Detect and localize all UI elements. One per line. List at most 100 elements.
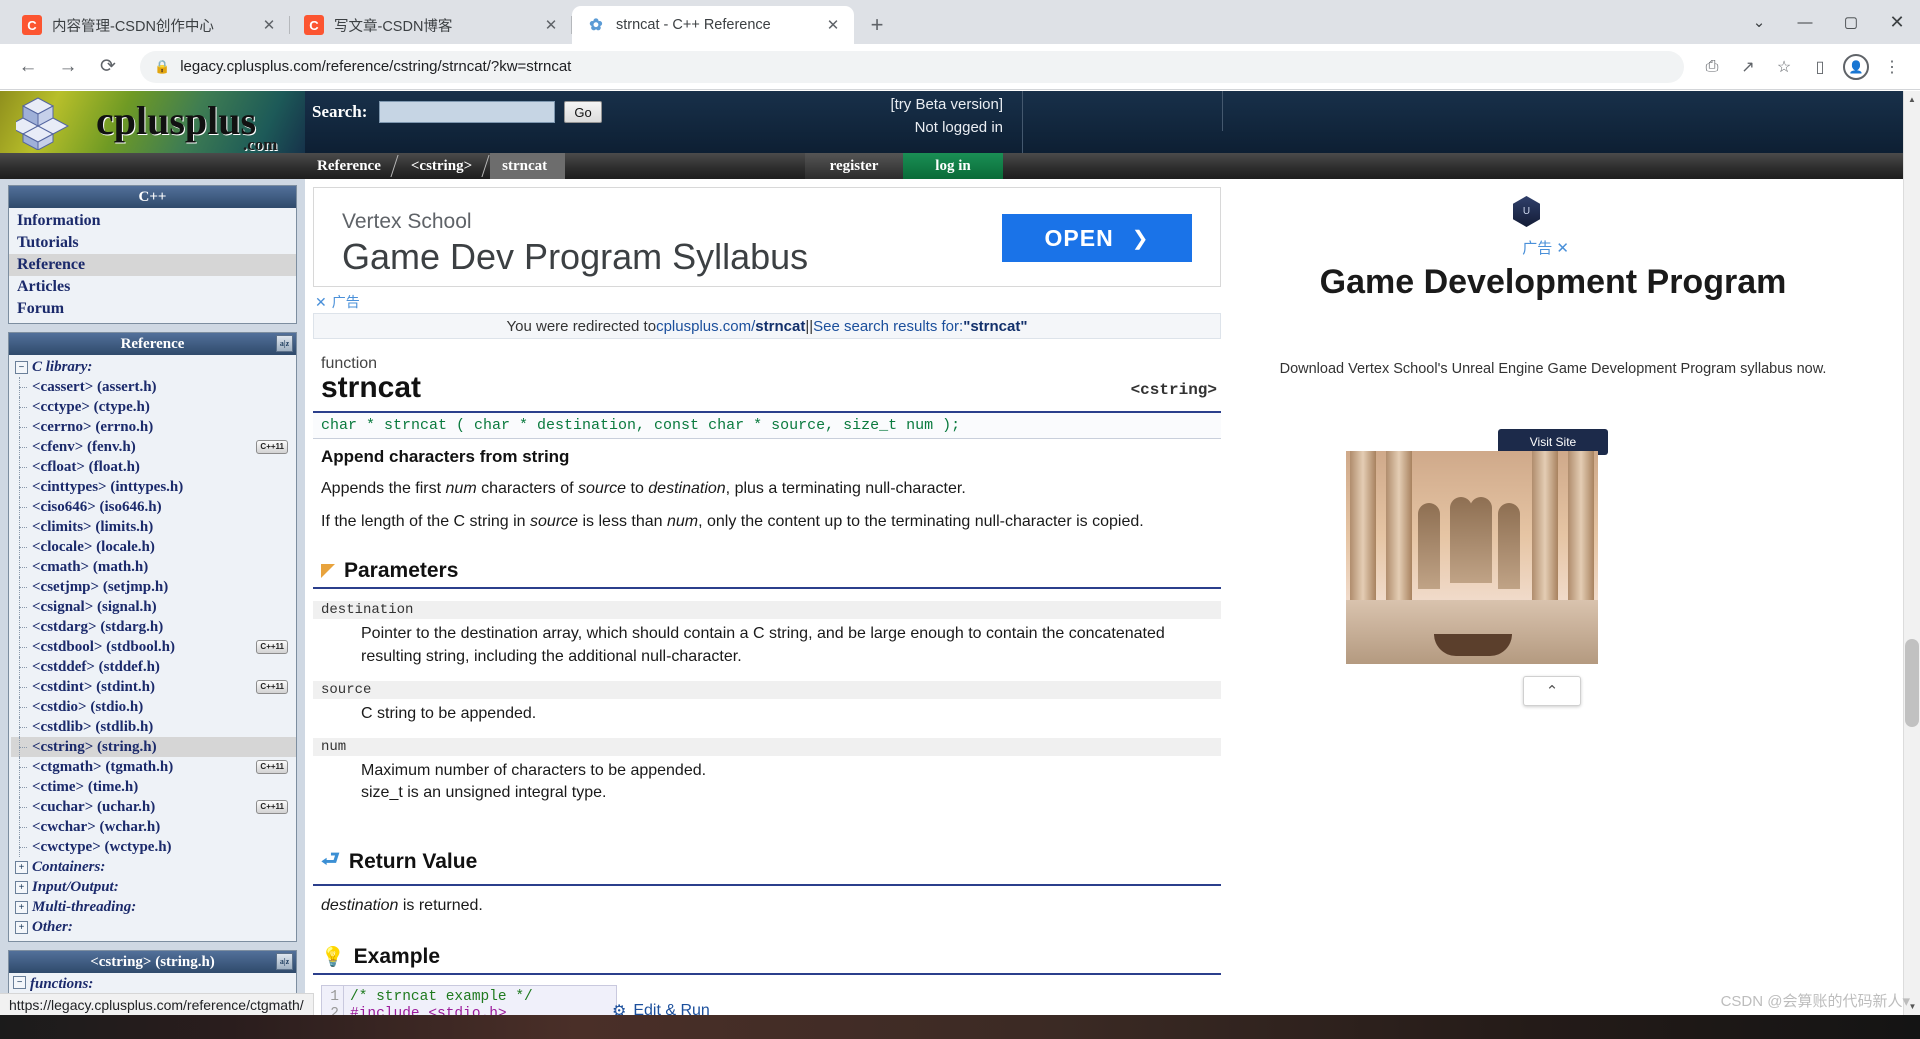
close-icon[interactable]: ✕ <box>540 14 562 36</box>
tree-connector <box>15 457 28 477</box>
search-results-link[interactable]: See search results for: <box>813 318 963 335</box>
tree-item-label: Other: <box>32 919 73 935</box>
sidebar-item-information[interactable]: Information <box>9 210 296 232</box>
tree-item-row[interactable]: <cinttypes> (inttypes.h) <box>11 477 296 497</box>
ad-disclosure[interactable]: 广告 ✕ <box>1522 237 1569 258</box>
rail-ad-image[interactable] <box>1346 451 1598 664</box>
tree-group-row[interactable]: + Containers: <box>11 857 296 877</box>
browser-tab-3[interactable]: ✿ strncat - C++ Reference ✕ <box>572 6 854 44</box>
tab-strip: C 内容管理-CSDN创作中心 ✕ C 写文章-CSDN博客 ✕ ✿ strnc… <box>0 0 1920 44</box>
tab-search-chevron-icon[interactable]: ⌄ <box>1736 3 1782 41</box>
expand-toggle-icon[interactable]: + <box>15 860 28 874</box>
close-ad-icon[interactable]: ✕ <box>315 294 327 311</box>
rail-ad-subtitle: Download Vertex School's Unreal Engine G… <box>1279 361 1827 377</box>
a-z-sort-icon[interactable]: a|z <box>276 953 293 970</box>
a-z-sort-icon[interactable]: a|z <box>276 335 293 352</box>
ad-open-button[interactable]: OPEN ❯ <box>1002 214 1192 262</box>
maximize-button[interactable]: ▢ <box>1828 3 1874 41</box>
tree-item-row[interactable]: <cstdint> (stdint.h) C++11 <box>11 677 296 697</box>
tree-item-row[interactable]: <cstring> (string.h) <box>11 737 296 757</box>
beta-link[interactable]: [try Beta version] <box>803 96 1003 113</box>
close-icon[interactable]: ✕ <box>822 14 844 36</box>
address-bar[interactable]: 🔒 legacy.cplusplus.com/reference/cstring… <box>140 50 1684 83</box>
sidebar-item-reference[interactable]: Reference <box>9 254 296 276</box>
tree-item-row[interactable]: <cmath> (math.h) <box>11 557 296 577</box>
collapse-toggle-icon[interactable]: − <box>15 360 28 374</box>
example-code-block[interactable]: 1234567 /* strncat example */#include <s… <box>321 985 617 1015</box>
tree-item-row[interactable]: <cfenv> (fenv.h) C++11 <box>11 437 296 457</box>
tree-item-row[interactable]: <cuchar> (uchar.h) C++11 <box>11 797 296 817</box>
tree-group-row[interactable]: + Input/Output: <box>11 877 296 897</box>
header-include: <cstring> <box>1130 381 1217 399</box>
register-button[interactable]: register <box>805 153 903 179</box>
tree-item-row[interactable]: <ctgmath> (tgmath.h) C++11 <box>11 757 296 777</box>
left-sidebar: C++ Information Tutorials Reference Arti… <box>0 179 305 1015</box>
bookmark-star-icon[interactable]: ☆ <box>1766 49 1802 85</box>
expand-toggle-icon[interactable]: + <box>15 880 28 894</box>
tree-item-row[interactable]: <cstdbool> (stdbool.h) C++11 <box>11 637 296 657</box>
tree-item-row[interactable]: <cstddef> (stddef.h) <box>11 657 296 677</box>
top-banner-ad[interactable]: Vertex School Game Dev Program Syllabus … <box>313 187 1221 310</box>
tree-item-label: <cstring> (string.h) <box>32 739 157 755</box>
breadcrumb-bar: Reference <cstring> strncat register log… <box>0 153 1903 179</box>
site-logo-banner[interactable]: cplusplus .com <box>0 91 305 153</box>
breadcrumb-reference[interactable]: Reference <box>305 153 399 179</box>
login-button[interactable]: log in <box>903 153 1003 179</box>
tree-item-row[interactable]: <cwctype> (wctype.h) <box>11 837 296 857</box>
tree-connector <box>15 417 28 437</box>
close-window-button[interactable]: ✕ <box>1874 3 1920 41</box>
profile-avatar-icon[interactable]: 👤 <box>1838 49 1874 85</box>
tree-item-row[interactable]: <cstdio> (stdio.h) <box>11 697 296 717</box>
tree-item-row[interactable]: <csetjmp> (setjmp.h) <box>11 577 296 597</box>
search-input[interactable] <box>379 101 556 123</box>
tree-group-row[interactable]: + Multi-threading: <box>11 897 296 917</box>
new-tab-button[interactable]: + <box>860 8 894 42</box>
tree-item-row[interactable]: <cstdlib> (stdlib.h) <box>11 717 296 737</box>
tree-item-row[interactable]: <cwchar> (wchar.h) <box>11 817 296 837</box>
tree-group-row[interactable]: + Other: <box>11 917 296 937</box>
forward-icon[interactable]: → <box>50 49 86 85</box>
page-scrollbar[interactable]: ▲ ▼ <box>1903 91 1920 1015</box>
tree-item-row[interactable]: <clocale> (locale.h) <box>11 537 296 557</box>
tree-item-row[interactable]: <climits> (limits.h) <box>11 517 296 537</box>
browser-tab-1[interactable]: C 内容管理-CSDN创作中心 ✕ <box>8 6 290 44</box>
tree-item-label: <cstdio> (stdio.h) <box>32 699 144 715</box>
collapse-toggle-icon[interactable]: − <box>13 976 26 989</box>
close-ad-icon[interactable]: ✕ <box>1556 240 1569 257</box>
minimize-button[interactable]: — <box>1782 3 1828 41</box>
tree-item-row[interactable]: <csignal> (signal.h) <box>11 597 296 617</box>
redirect-link[interactable]: cplusplus.com/strncat <box>656 318 805 335</box>
ad-disclosure[interactable]: ✕ 广告 <box>315 292 360 312</box>
reload-icon[interactable]: ⟳ <box>90 49 126 85</box>
tree-item-row[interactable]: <ctime> (time.h) <box>11 777 296 797</box>
parameters-heading: Parameters <box>313 559 1223 583</box>
chevron-up-icon[interactable]: ⌃ <box>1523 676 1581 706</box>
sidepanel-icon[interactable]: ▯ <box>1802 49 1838 85</box>
browser-tab-2[interactable]: C 写文章-CSDN博客 ✕ <box>290 6 572 44</box>
redirect-prefix: You were redirected to <box>506 317 657 335</box>
scrollbar-thumb[interactable] <box>1905 639 1919 727</box>
tree-item-row[interactable]: <cassert> (assert.h) <box>11 377 296 397</box>
more-menu-icon[interactable]: ⋮ <box>1874 49 1910 85</box>
tree-group-row[interactable]: − C library: <box>11 357 296 377</box>
sidebar-item-articles[interactable]: Articles <box>9 276 296 298</box>
share-icon[interactable]: ↗ <box>1730 49 1766 85</box>
tree-item-row[interactable]: <cfloat> (float.h) <box>11 457 296 477</box>
scroll-up-arrow-icon[interactable]: ▲ <box>1904 91 1920 108</box>
tree-item-row[interactable]: <cstdarg> (stdarg.h) <box>11 617 296 637</box>
tree-item-label: <csignal> (signal.h) <box>32 599 157 615</box>
tree-item-row[interactable]: <ciso646> (iso646.h) <box>11 497 296 517</box>
breadcrumb-cstring[interactable]: <cstring> <box>399 153 490 179</box>
back-icon[interactable]: ← <box>10 49 46 85</box>
right-rail-ad[interactable]: U 广告 ✕ Game Development Program Download… <box>1223 179 1883 1015</box>
expand-toggle-icon[interactable]: + <box>15 920 28 934</box>
translate-icon[interactable]: ⎙ <box>1694 49 1730 85</box>
expand-toggle-icon[interactable]: + <box>15 900 28 914</box>
sidebar-item-tutorials[interactable]: Tutorials <box>9 232 296 254</box>
close-icon[interactable]: ✕ <box>258 14 280 36</box>
tree-item-row[interactable]: <cerrno> (errno.h) <box>11 417 296 437</box>
search-go-button[interactable]: Go <box>564 101 602 123</box>
tree-item-row[interactable]: <cctype> (ctype.h) <box>11 397 296 417</box>
tree-item-label: <ctgmath> (tgmath.h) <box>32 759 174 775</box>
sidebar-item-forum[interactable]: Forum <box>9 298 296 320</box>
